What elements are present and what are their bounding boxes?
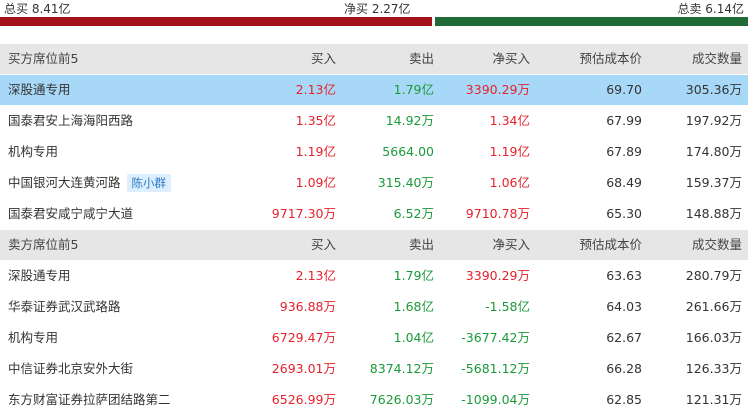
table-row[interactable]: 国泰君安上海海阳西路 1.35亿 14.92万 1.34亿 67.99 197.…: [0, 106, 748, 137]
sell-amount: 6.52万: [393, 206, 434, 221]
buy-ratio-fill: [0, 17, 432, 26]
buy-amount: 1.09亿: [295, 175, 336, 190]
seat-name[interactable]: 机构专用: [8, 137, 58, 167]
header-volume: 成交数量: [691, 237, 742, 252]
table-row[interactable]: 华泰证券武汉武珞路 936.88万 1.68亿 -1.58亿 64.03 261…: [0, 292, 748, 323]
header-cost: 预估成本价: [579, 51, 642, 66]
header-cost: 预估成本价: [579, 237, 642, 252]
buy-amount: 2.13亿: [295, 268, 336, 283]
est-cost: 68.49: [606, 175, 642, 190]
est-cost: 65.30: [606, 206, 642, 221]
est-cost: 67.99: [606, 113, 642, 128]
seat-table: 买方席位前5 买入 卖出 净买入 预估成本价 成交数量 深股通专用 2.13亿 …: [0, 44, 748, 416]
sell-amount: 1.79亿: [393, 82, 434, 97]
seat-name[interactable]: 中信证券北京安外大街: [8, 354, 133, 384]
buy-amount: 6729.47万: [271, 330, 336, 345]
header-volume: 成交数量: [691, 51, 742, 66]
table-row[interactable]: 机构专用 1.19亿 5664.00 1.19亿 67.89 174.80万: [0, 137, 748, 168]
net-amount: 9710.78万: [465, 206, 530, 221]
seat-name[interactable]: 深股通专用: [8, 261, 71, 291]
net-amount: 1.06亿: [489, 175, 530, 190]
sell-section-header: 卖方席位前5 买入 卖出 净买入 预估成本价 成交数量: [0, 230, 748, 261]
net-amount: 3390.29万: [465, 268, 530, 283]
net-amount: -1099.04万: [461, 392, 530, 407]
trader-tag[interactable]: 陈小群: [126, 173, 172, 192]
total-buy-label: 总买 8.41亿: [4, 2, 71, 16]
sell-amount: 7626.03万: [369, 392, 434, 407]
header-buy: 买入: [310, 237, 336, 252]
seat-name-with-tag: 中国银河大连黄河路 陈小群: [8, 168, 172, 198]
net-amount: 1.34亿: [489, 113, 530, 128]
est-cost: 69.70: [606, 82, 642, 97]
total-sell-label: 总卖 6.14亿: [677, 2, 744, 16]
sell-amount: 1.04亿: [393, 330, 434, 345]
net-amount: -3677.42万: [461, 330, 530, 345]
est-cost: 63.63: [606, 268, 642, 283]
net-amount: 3390.29万: [465, 82, 530, 97]
buy-section-header: 买方席位前5 买入 卖出 净买入 预估成本价 成交数量: [0, 44, 748, 75]
volume: 280.79万: [685, 268, 742, 283]
header-sell: 卖出: [408, 51, 434, 66]
header-seat: 买方席位前5: [8, 51, 79, 66]
header-seat: 卖方席位前5: [8, 237, 79, 252]
sell-ratio-fill: [435, 17, 748, 26]
volume: 197.92万: [685, 113, 742, 128]
table-row[interactable]: 机构专用 6729.47万 1.04亿 -3677.42万 62.67 166.…: [0, 323, 748, 354]
table-row[interactable]: 深股通专用 2.13亿 1.79亿 3390.29万 69.70 305.36万: [0, 75, 748, 106]
buy-sell-ratio-bar: [0, 17, 748, 26]
seat-name[interactable]: 中国银河大连黄河路: [8, 175, 121, 190]
volume: 261.66万: [685, 299, 742, 314]
seat-name[interactable]: 东方财富证券拉萨团结路第二: [8, 385, 171, 415]
header-net: 净买入: [492, 237, 530, 252]
est-cost: 62.85: [606, 392, 642, 407]
sell-amount: 5664.00: [382, 144, 434, 159]
buy-amount: 1.19亿: [295, 144, 336, 159]
net-amount: -1.58亿: [485, 299, 530, 314]
sell-amount: 8374.12万: [369, 361, 434, 376]
sell-amount: 1.68亿: [393, 299, 434, 314]
net-buy-label: 净买 2.27亿: [344, 2, 411, 16]
est-cost: 64.03: [606, 299, 642, 314]
seat-name[interactable]: 深股通专用: [8, 75, 71, 105]
est-cost: 62.67: [606, 330, 642, 345]
table-row[interactable]: 国泰君安咸宁咸宁大道 9717.30万 6.52万 9710.78万 65.30…: [0, 199, 748, 230]
header-net: 净买入: [492, 51, 530, 66]
sell-amount: 1.79亿: [393, 268, 434, 283]
buy-amount: 936.88万: [279, 299, 336, 314]
seat-name[interactable]: 华泰证券武汉武珞路: [8, 292, 121, 322]
seat-name[interactable]: 国泰君安上海海阳西路: [8, 106, 133, 136]
header-sell: 卖出: [408, 237, 434, 252]
volume: 121.31万: [685, 392, 742, 407]
volume: 126.33万: [685, 361, 742, 376]
seat-name[interactable]: 机构专用: [8, 323, 58, 353]
header-buy: 买入: [310, 51, 336, 66]
volume: 166.03万: [685, 330, 742, 345]
summary-bar: 总买 8.41亿 净买 2.27亿 总卖 6.14亿: [0, 0, 748, 28]
table-row[interactable]: 深股通专用 2.13亿 1.79亿 3390.29万 63.63 280.79万: [0, 261, 748, 292]
volume: 148.88万: [685, 206, 742, 221]
volume: 159.37万: [685, 175, 742, 190]
seat-name[interactable]: 国泰君安咸宁咸宁大道: [8, 199, 133, 229]
net-amount: -5681.12万: [461, 361, 530, 376]
net-amount: 1.19亿: [489, 144, 530, 159]
table-row[interactable]: 中信证券北京安外大街 2693.01万 8374.12万 -5681.12万 6…: [0, 354, 748, 385]
buy-amount: 6526.99万: [271, 392, 336, 407]
est-cost: 66.28: [606, 361, 642, 376]
est-cost: 67.89: [606, 144, 642, 159]
buy-amount: 2.13亿: [295, 82, 336, 97]
volume: 174.80万: [685, 144, 742, 159]
sell-amount: 14.92万: [385, 113, 434, 128]
buy-amount: 1.35亿: [295, 113, 336, 128]
buy-amount: 2693.01万: [271, 361, 336, 376]
table-row[interactable]: 中国银河大连黄河路 陈小群 1.09亿 315.40万 1.06亿 68.49 1…: [0, 168, 748, 199]
buy-amount: 9717.30万: [271, 206, 336, 221]
sell-amount: 315.40万: [377, 175, 434, 190]
volume: 305.36万: [685, 82, 742, 97]
table-row[interactable]: 东方财富证券拉萨团结路第二 6526.99万 7626.03万 -1099.04…: [0, 385, 748, 416]
